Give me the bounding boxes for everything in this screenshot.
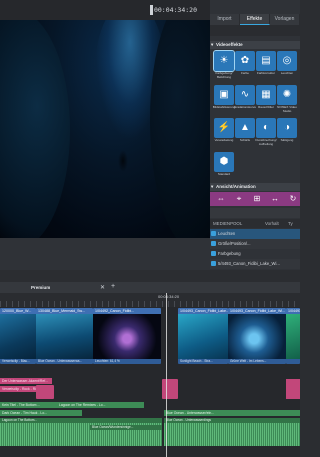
checkbox-icon[interactable] [211,241,216,247]
media-row[interactable]: Leuchten [210,229,300,239]
clip-thumbnail [36,314,93,359]
palette-icon[interactable]: ✿ [235,51,255,71]
clip-thumbnail [228,314,286,359]
curve-icon[interactable]: ∿ [235,85,255,105]
panel-search-bar[interactable] [210,25,300,36]
preview-monitor: 00:04:34:20 [0,0,210,250]
timecode-display: 00:04:34:20 [153,6,197,14]
col-header-type[interactable]: Ty [288,219,293,228]
media-list-header: MEDIENPOOL Vorhalt Ty [210,219,300,228]
animation-presets: ⇔ ⌖ ⊞ ↔ ↻ [210,192,300,206]
clip-thumbnail [286,314,300,359]
panel-tabs: Import Effekte Vorlagen [210,14,300,25]
cave-rock-right [150,20,210,238]
clip-footer: Grüne Welt - Im Lebens... [228,359,286,364]
clip-footer [286,359,300,364]
media-row-label: 5/4493_Canon_Fidibi_Lake_Wi... [218,261,280,266]
move-icon[interactable]: ⇔ [216,194,226,204]
denoise-icon[interactable]: ▦ [256,85,276,105]
clip-thumbnail [178,314,228,359]
close-icon[interactable]: ✕ [100,284,105,291]
add-icon[interactable]: + [111,283,115,290]
video-clip[interactable]: 1/04493_C... [286,308,300,364]
tab-effects[interactable]: Effekte [240,14,270,25]
col-header-name[interactable]: MEDIENPOOL [213,219,242,228]
video-frame [0,20,210,238]
title-clip-block[interactable] [36,385,54,399]
video-clip[interactable]: 1/04493_Canon_Fidibi_Lake_Wi... Grüne We… [228,308,286,364]
camera-icon[interactable]: ⌖ [234,194,244,204]
effect-label: NOISEX Video Studio [277,105,297,113]
preview-controls [0,238,210,250]
glow-icon[interactable]: ◎ [277,51,297,71]
rotate-icon[interactable]: ↻ [288,194,298,204]
timeline-playhead[interactable] [166,293,167,457]
preview-toolbar: 00:04:34:20 [0,0,210,20]
col-header-preset[interactable]: Vorhalt [265,219,279,228]
clip-thumbnail [93,314,161,359]
title-clip[interactable]: Der Unterwasser-Akzent/Ref... [0,378,52,384]
ruler-timecode: 00:04:34:20 [158,294,180,299]
sun-icon[interactable]: ☀ [213,50,235,72]
audio-clip[interactable]: Blue Ocean/Wundersinnige... [90,425,162,446]
media-toolbar [210,208,300,218]
clip-footer: Sunlight Beach - Stra... [178,359,228,364]
title-clip-block[interactable] [162,379,178,399]
media-row[interactable]: Farbgebung [210,249,300,259]
pan-icon[interactable]: ↔ [270,194,280,204]
audio-clip-label: Lagoon on The Bottom... [0,418,162,423]
effect-label: Sättigung [280,138,294,142]
hexagon-icon[interactable]: ⬢ [214,152,234,172]
media-row-label: Farbgebung [218,251,241,256]
video-clip[interactable]: 130488_Blue_Mermaid_Sw... Blue Ocean - U… [36,308,93,364]
noise-icon[interactable]: ✺ [277,85,297,105]
tab-import[interactable]: Import [210,14,240,25]
audio-clip[interactable]: Blue Ocean - Unterwasserdings [164,418,300,446]
arranger-label[interactable]: Premium [31,285,50,290]
timeline-tracks: 120000_Blue_W... Verweisclip - Blau... 1… [0,307,300,457]
text-clip[interactable]: Lagoon on The Remixes - Lo... [57,402,144,408]
clip-thumbnail [0,314,36,359]
checkbox-icon[interactable] [211,231,216,237]
text-clip[interactable]: Dark Ocean - Tim Hauk - Lo... [0,410,82,416]
video-clip[interactable]: 1/04492_Canon_Fidibi... Leuchten: 61,4 % [93,308,161,364]
text-clip[interactable]: Blue Ocean - Unterwasser/eln... [164,410,300,416]
sharpen-icon[interactable]: ▲ [235,118,255,138]
clip-footer: Verweisclip - Blau... [0,359,36,364]
effect-label: Standard [217,172,231,176]
stabilize-icon[interactable]: ▣ [214,85,234,105]
diver-silhouette [118,150,128,172]
audio-clip-label: Blue Ocean/Wundersinnige... [90,425,162,430]
saturation-icon[interactable]: ◑ [277,118,297,138]
effect-label: Leuchten [280,71,294,75]
zoom-icon[interactable]: ⊞ [252,194,262,204]
video-clip[interactable]: 1/04493_Canon_Fidibi_Lake... Sunlight Be… [178,308,228,364]
transport-bar [0,250,210,270]
tab-templates[interactable]: Vorlagen [270,14,300,25]
checkbox-icon[interactable] [211,261,216,267]
sliders-icon[interactable]: ▤ [256,51,276,71]
dehaze-icon[interactable]: ◐ [256,118,276,138]
media-row[interactable]: Größe/Position/... [210,239,300,249]
shake-icon[interactable]: ⚡ [214,118,234,138]
section-video-effects[interactable]: Videoeffekte [210,41,300,49]
cave-rock-left [0,20,70,238]
clip-footer: Blue Ocean - Unterwasserwa... [36,359,93,364]
video-clip[interactable]: 120000_Blue_W... Verweisclip - Blau... [0,308,36,364]
media-row[interactable]: 5/4493_Canon_Fidibi_Lake_Wi... [210,259,300,269]
checkbox-icon[interactable] [211,251,216,257]
clip-footer: Leuchten: 61,4 % [93,359,161,364]
title-clip-block[interactable] [286,379,300,399]
audio-clip-label: Blue Ocean - Unterwasserdings [164,418,300,423]
scrub-handle[interactable] [150,5,153,15]
media-row-label: Leuchten [218,231,236,236]
media-row-label: Größe/Position/... [218,241,251,246]
media-panel: Import Effekte Vorlagen Videoeffekte ☀ F… [210,0,300,270]
section-view-animation[interactable]: Ansicht/Animation [210,183,300,191]
